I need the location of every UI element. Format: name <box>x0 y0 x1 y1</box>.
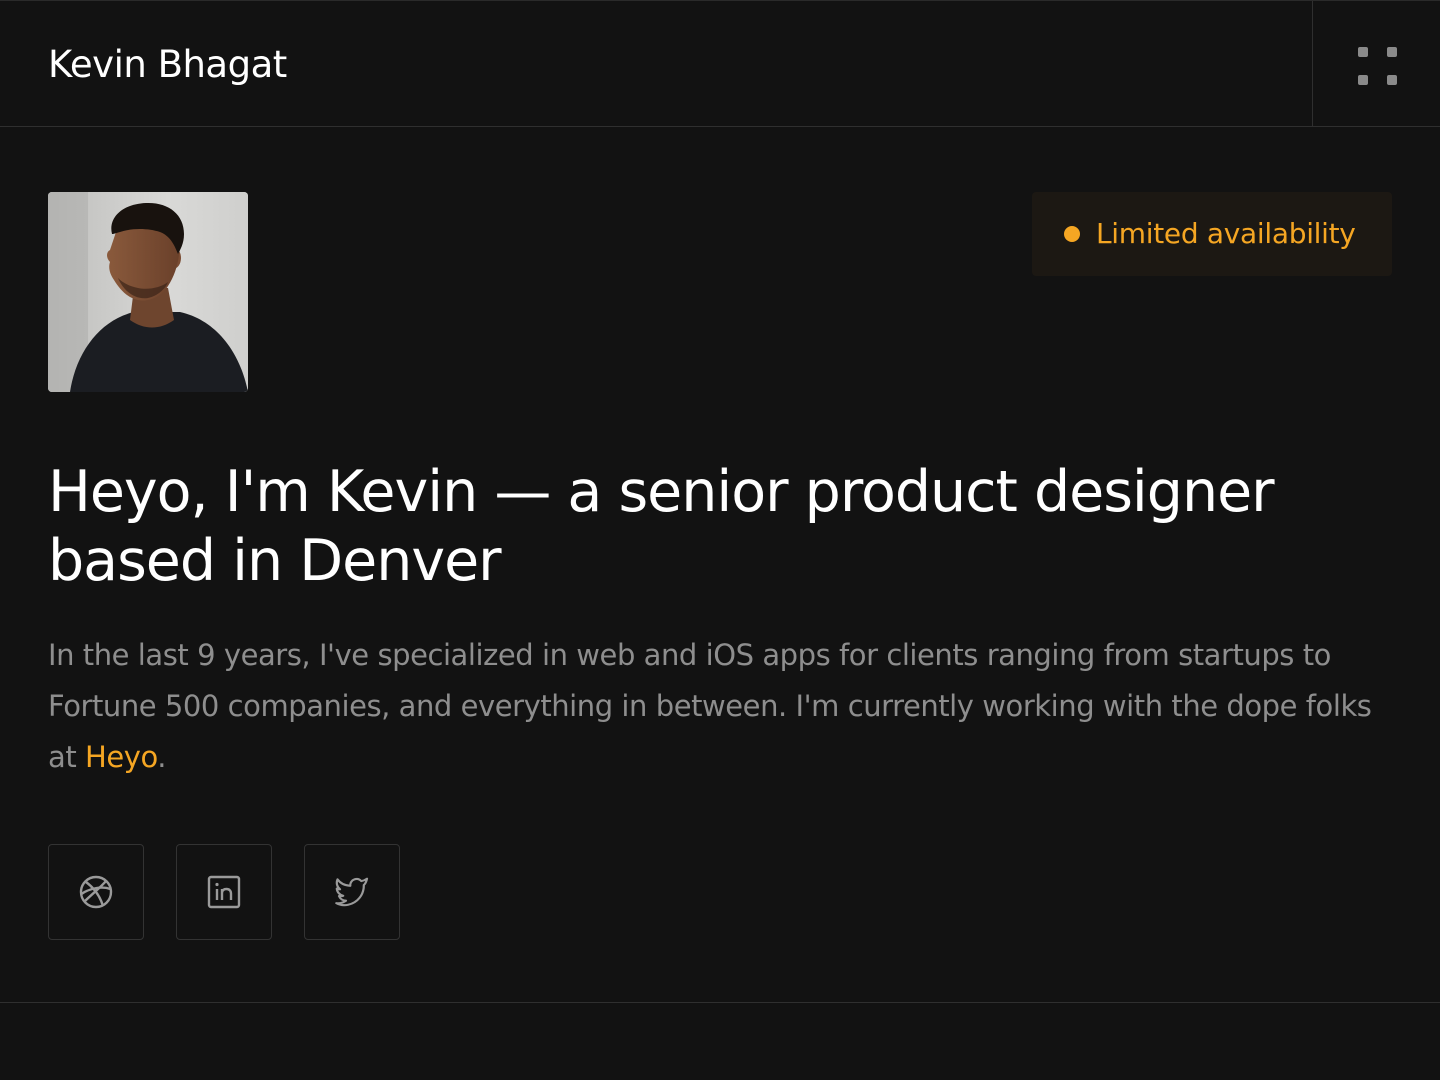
availability-badge: Limited availability <box>1032 192 1392 276</box>
site-name[interactable]: Kevin Bhagat <box>48 41 287 89</box>
dribbble-button[interactable] <box>48 844 144 940</box>
dribbble-icon <box>79 875 113 909</box>
menu-dot <box>1358 47 1368 57</box>
bio-paragraph: In the last 9 years, I've specialized in… <box>48 630 1408 783</box>
heyo-link[interactable]: Heyo <box>85 740 158 774</box>
site-header: Kevin Bhagat <box>0 0 1440 127</box>
hero-headline: Heyo, I'm Kevin — a senior product desig… <box>48 458 1348 596</box>
page: Kevin Bhagat Limited availability Heyo, … <box>0 0 1440 1080</box>
headline-line-1: Heyo, I'm Kevin — a senior product desig… <box>48 459 1275 525</box>
status-dot-icon <box>1064 226 1080 242</box>
twitter-button[interactable] <box>304 844 400 940</box>
linkedin-icon <box>207 875 241 909</box>
menu-dot <box>1358 75 1368 85</box>
avatar <box>48 192 248 392</box>
headline-line-2: based in Denver <box>48 528 502 594</box>
availability-label: Limited availability <box>1096 217 1356 250</box>
twitter-icon <box>335 877 369 907</box>
section-divider <box>0 1002 1440 1003</box>
grid-menu-button[interactable] <box>1313 1 1440 127</box>
linkedin-button[interactable] <box>176 844 272 940</box>
menu-dot <box>1387 47 1397 57</box>
bio-text: In the last 9 years, I've specialized in… <box>48 638 1372 774</box>
bio-end: . <box>157 740 167 774</box>
avatar-photo <box>48 192 248 392</box>
menu-dot <box>1387 75 1397 85</box>
